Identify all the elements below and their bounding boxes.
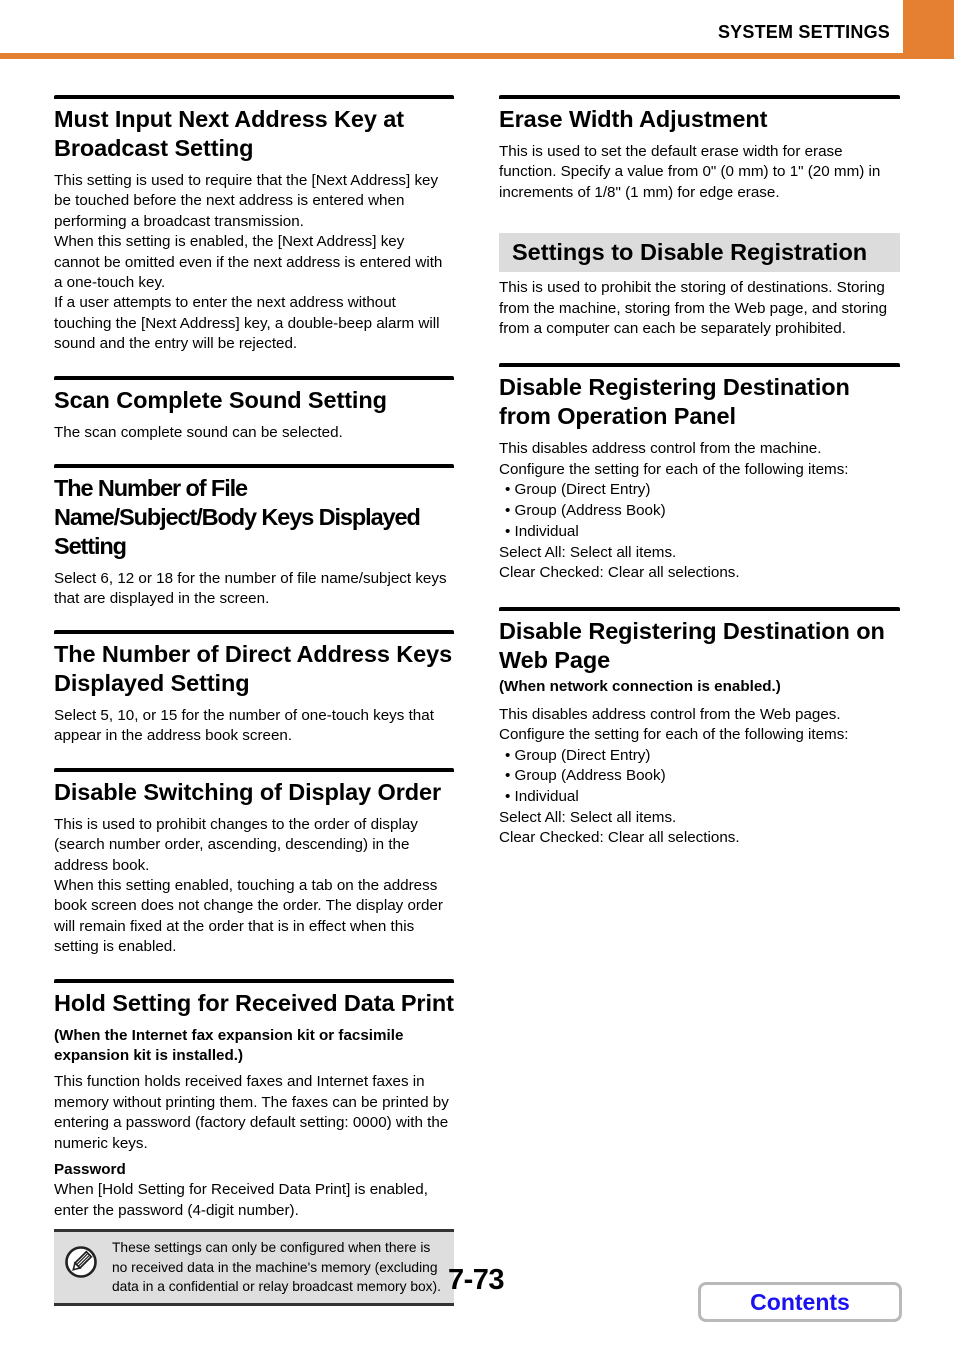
paragraph: When this setting enabled, touching a ta… — [54, 876, 443, 956]
paragraph: This is used to prohibit changes to the … — [54, 815, 418, 874]
section-scan-complete-sound: Scan Complete Sound Setting The scan com… — [54, 375, 454, 443]
subheading-password: Password — [54, 1160, 126, 1178]
page-number: 7-73 — [448, 1264, 505, 1296]
list-item: Group (Address Book) — [499, 766, 900, 787]
section-heading: Erase Width Adjustment — [499, 106, 768, 132]
paragraph: When this setting is enabled, the [Next … — [54, 233, 443, 292]
paragraph: Select All: Select all items. — [499, 809, 677, 827]
section-heading: The Number of File Name/Subject/Body Key… — [54, 475, 421, 560]
list-item: Group (Address Book) — [499, 501, 900, 522]
note-text: These settings can only be configured wh… — [112, 1240, 441, 1295]
condition-note: (When the Internet fax expansion kit or … — [54, 1026, 404, 1064]
section-next-address-key: Must Input Next Address Key at Broadcast… — [54, 95, 454, 355]
paragraph: This function holds received faxes and I… — [54, 1073, 449, 1152]
paragraph: Configure the setting for each of the fo… — [499, 460, 849, 478]
section-heading: The Number of Direct Address Keys Displa… — [54, 640, 453, 696]
header-accent-block — [903, 0, 954, 59]
paragraph: The scan complete sound can be selected. — [54, 423, 343, 441]
list-item: Group (Direct Entry) — [499, 480, 900, 501]
paragraph: This is used to prohibit the storing of … — [499, 279, 888, 338]
paragraph: This setting is used to require that the… — [54, 172, 439, 230]
section-display-order: Disable Switching of Display Order This … — [54, 767, 454, 958]
contents-button[interactable]: Contents — [698, 1282, 902, 1322]
paragraph: Configure the setting for each of the fo… — [499, 726, 849, 744]
list-item: Individual — [499, 787, 900, 808]
paragraph: This disables address control from the W… — [499, 705, 841, 723]
left-column: Must Input Next Address Key at Broadcast… — [54, 95, 454, 1306]
paragraph: This disables address control from the m… — [499, 440, 822, 458]
section-heading: Disable Registering Destination on Web P… — [499, 618, 885, 674]
section-heading: Disable Switching of Display Order — [54, 778, 442, 805]
pencil-note-icon — [65, 1246, 97, 1278]
section-disable-registration: Settings to Disable Registration This is… — [499, 233, 900, 339]
section-direct-address-keys: The Number of Direct Address Keys Displa… — [54, 629, 454, 747]
paragraph: Select 5, 10, or 15 for the number of on… — [54, 706, 434, 745]
paragraph: Select 6, 12 or 18 for the number of fil… — [54, 570, 447, 608]
paragraph: This is used to set the default erase wi… — [499, 143, 881, 201]
section-erase-width: Erase Width Adjustment This is used to s… — [499, 95, 900, 203]
chapter-title: SYSTEM SETTINGS — [717, 22, 890, 42]
paragraph: Clear Checked: Clear all selections. — [499, 564, 740, 582]
right-column: Erase Width Adjustment This is used to s… — [499, 95, 900, 849]
section-hold-received-data: Hold Setting for Received Data Print (Wh… — [54, 978, 454, 1306]
header-accent-bar — [0, 53, 954, 59]
section-heading: Settings to Disable Registration — [499, 233, 900, 273]
section-web-page: Disable Registering Destination on Web P… — [499, 607, 900, 848]
note-box: These settings can only be configured wh… — [54, 1229, 454, 1306]
paragraph: If a user attempts to enter the next add… — [54, 294, 440, 353]
paragraph: When [Hold Setting for Received Data Pri… — [54, 1181, 428, 1219]
section-heading: Disable Registering Destination from Ope… — [499, 374, 850, 430]
list-item: Group (Direct Entry) — [499, 746, 900, 767]
paragraph: Clear Checked: Clear all selections. — [499, 829, 740, 847]
section-heading: Scan Complete Sound Setting — [54, 386, 387, 413]
section-file-name-keys: The Number of File Name/Subject/Body Key… — [54, 464, 454, 610]
section-heading: Hold Setting for Received Data Print — [54, 989, 454, 1016]
paragraph: Select All: Select all items. — [499, 543, 677, 561]
section-heading: Must Input Next Address Key at Broadcast… — [54, 106, 404, 161]
list-item: Individual — [499, 522, 900, 543]
condition-note: (When network connection is enabled.) — [499, 678, 781, 696]
section-operation-panel: Disable Registering Destination from Ope… — [499, 363, 900, 583]
